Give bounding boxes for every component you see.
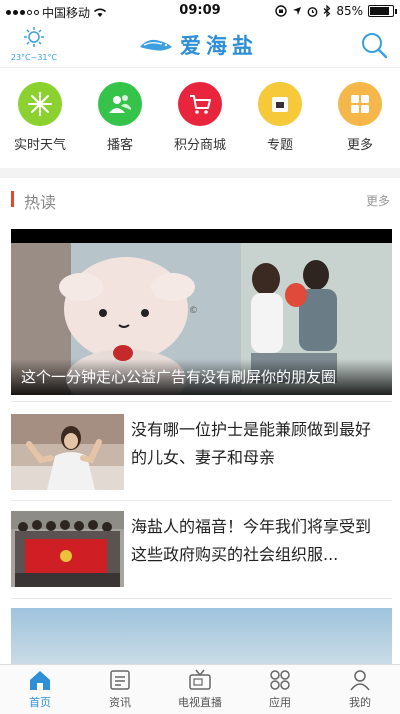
news-title: 海盐人的福音！今年我们将享受到这些政府购买的社会组织服... [131,517,372,564]
alarm-icon [307,6,318,17]
more-circle [338,82,382,126]
app-logo: 爱海盐 [138,30,258,60]
apps-icon [270,670,290,690]
battery-icon [368,5,397,17]
quick-nav: 实时天气 播客 积分商城 专题 更多 [0,82,400,162]
profile-icon [350,670,370,691]
tab-label: 电视直播 [178,696,222,709]
news-item[interactable]: 海盐人的福音！今年我们将享受到这些政府购买的社会组织服... [11,511,392,587]
location-icon [293,7,302,15]
bottom-tab-bar: 首页 资讯 电视直播 应用 我的 [0,664,400,714]
news-card-partial[interactable] [11,608,392,664]
cart-icon [190,95,211,114]
weather-widget[interactable]: 23°C~31°C [6,26,62,62]
tab-label: 应用 [269,696,291,709]
weather-circle [18,82,62,126]
tab-apps[interactable]: 应用 [240,665,320,714]
featured-article[interactable]: © 这个一分钟走心公益广告有没有刷屏你的朋友圈 [11,229,392,395]
tab-tv-live[interactable]: 电视直播 [160,665,240,714]
fish-logo-icon [140,39,172,51]
news-title: 没有哪一位护士是能兼顾做到最好的儿女、妻子和母亲 [131,420,372,467]
section-title: 热读 [24,193,57,212]
quick-nav-more[interactable]: 更多 [320,82,400,162]
quick-nav-label: 播客 [106,138,133,153]
news-thumbnail [11,414,124,490]
quick-nav-weather[interactable]: 实时天气 [0,82,80,162]
tab-home[interactable]: 首页 [0,665,80,714]
more-link[interactable]: 更多 [366,192,390,209]
news-item[interactable]: 没有哪一位护士是能兼顾做到最好的儿女、妻子和母亲 [11,414,392,490]
tab-label: 我的 [349,696,371,709]
tv-icon [189,669,211,690]
quick-nav-topics[interactable]: 专题 [240,82,320,162]
quick-nav-label: 专题 [266,138,293,153]
divider [11,500,392,501]
quick-nav-label: 积分商城 [173,138,226,153]
quick-nav-points-mall[interactable]: 积分商城 [160,82,240,162]
grid-icon [351,95,369,113]
hot-read-header: 热读 更多 [0,186,400,212]
home-icon [30,671,50,690]
lock-rotation-icon [275,5,288,17]
folder-icon [272,97,288,112]
section-separator [0,168,400,178]
status-bar: 中国移动 09:09 85% [0,0,400,22]
topics-circle [258,82,302,126]
battery-percent: 85% [336,4,363,18]
section-marker [11,191,14,207]
search-icon [362,33,388,59]
quick-nav-label: 更多 [346,138,373,153]
podcast-circle [98,82,142,126]
tab-label: 首页 [29,696,51,709]
divider [11,598,392,599]
mall-circle [178,82,222,126]
app-header: 23°C~31°C 爱海盐 [0,22,400,68]
featured-caption: 这个一分钟走心公益广告有没有刷屏你的朋友圈 [21,368,337,386]
snowflake-icon [28,92,52,116]
temperature-label: 23°C~31°C [10,53,58,62]
people-icon [109,95,131,113]
news-thumbnail [11,511,124,587]
svg-text:©: © [189,306,198,316]
divider [11,401,392,402]
tab-profile[interactable]: 我的 [320,665,400,714]
news-icon [110,670,130,690]
app-title: 爱海盐 [180,34,258,58]
tab-label: 资讯 [109,696,131,709]
sun-icon [24,27,44,47]
search-button[interactable] [358,29,390,61]
quick-nav-podcast[interactable]: 播客 [80,82,160,162]
tab-news[interactable]: 资讯 [80,665,160,714]
status-right: 85% [275,4,397,18]
quick-nav-label: 实时天气 [13,138,66,153]
bluetooth-icon [323,5,331,17]
